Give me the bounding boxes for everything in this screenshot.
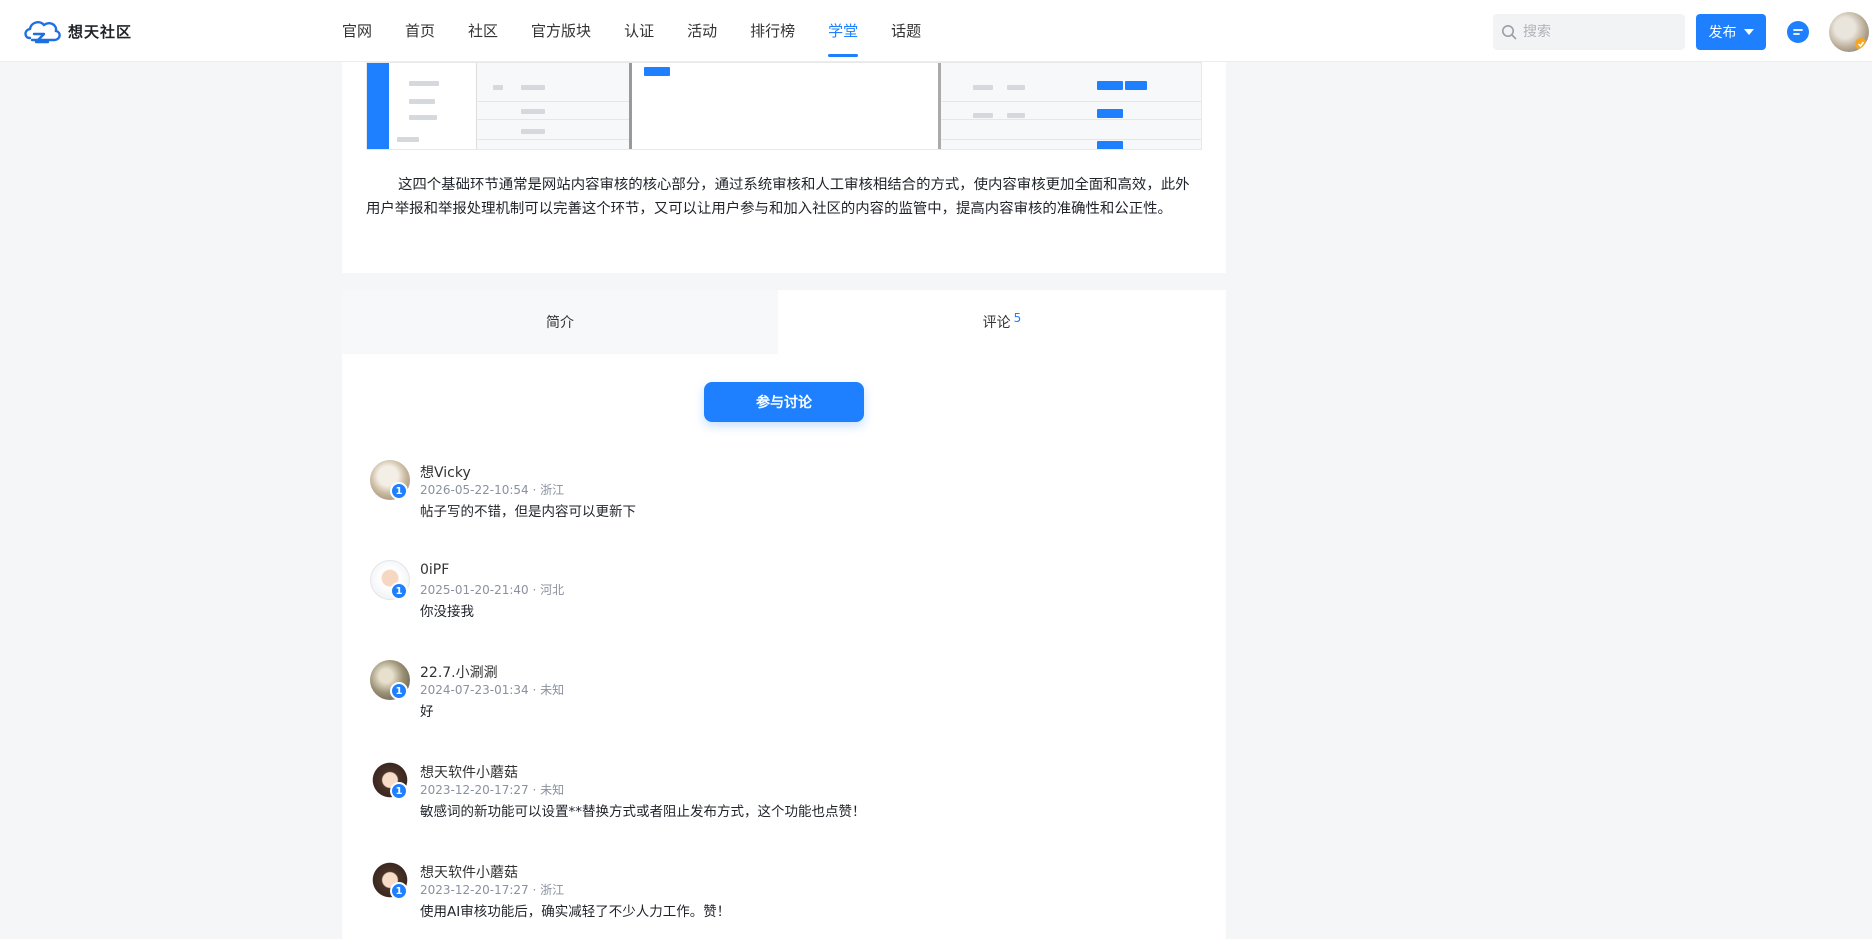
content-tabs: 简介 评论 5 [342, 290, 1226, 354]
search-box[interactable] [1493, 14, 1685, 50]
comment-text: 好 [420, 704, 434, 720]
nav-item-home[interactable]: 首页 [405, 0, 435, 62]
message-icon[interactable] [1786, 20, 1810, 44]
commenter-name[interactable]: 想天软件小蘑菇 [420, 862, 518, 882]
level-badge: 1 [390, 882, 408, 900]
user-avatar[interactable] [1829, 12, 1869, 52]
comment-item: 1 想天软件小蘑菇 2023-12-20-17:27 · 未知 敏感词的新功能可… [370, 760, 1200, 830]
level-badge: 1 [390, 482, 408, 500]
search-icon [1502, 25, 1517, 40]
comment-text: 帖子写的不错，但是内容可以更新下 [420, 504, 636, 520]
verified-badge-icon [1855, 38, 1867, 50]
level-badge: 1 [390, 782, 408, 800]
caret-down-icon [1743, 29, 1754, 35]
commenter-name[interactable]: 想天软件小蘑菇 [420, 762, 518, 782]
comment-meta: 2026-05-22-10:54 · 浙江 [420, 483, 565, 497]
commenter-name[interactable]: 0iPF [420, 562, 449, 578]
comment-item: 1 22.7.小涮涮 2024-07-23-01:34 · 未知 好 [370, 660, 1200, 730]
tab-comments-label: 评论 [982, 315, 1011, 331]
tab-comments[interactable]: 评论 5 [778, 290, 1226, 354]
nav-item-leaderboard[interactable]: 排行榜 [750, 0, 795, 62]
comment-text: 敏感词的新功能可以设置**替换方式或者阻止发布方式，这个功能也点赞！ [420, 804, 866, 820]
level-badge: 1 [390, 582, 408, 600]
article-card: 这四个基础环节通常是网站内容审核的核心部分，通过系统审核和人工审核相结合的方式，… [342, 62, 1226, 273]
nav-item-topics[interactable]: 话题 [891, 0, 921, 62]
logo-text: 想天社区 [68, 22, 133, 41]
comment-item: 1 想Vicky 2026-05-22-10:54 · 浙江 帖子写的不错，但是… [370, 460, 1200, 530]
comment-text: 使用AI审核功能后，确实减轻了不少人力工作。赞！ [420, 904, 731, 920]
main-nav: 官网 首页 社区 官方版块 认证 活动 排行榜 学堂 话题 [342, 0, 954, 62]
tab-intro-label: 简介 [546, 315, 574, 331]
comment-meta: 2023-12-20-17:27 · 未知 [420, 783, 565, 797]
nav-item-activities[interactable]: 活动 [687, 0, 717, 62]
cloud-logo-icon [24, 21, 61, 44]
nav-item-academy[interactable]: 学堂 [828, 0, 859, 62]
comments-count: 5 [1013, 311, 1022, 325]
publish-label: 发布 [1708, 25, 1737, 41]
tab-intro[interactable]: 简介 [342, 290, 778, 354]
search-input[interactable] [1523, 24, 1673, 40]
article-paragraph: 这四个基础环节通常是网站内容审核的核心部分，通过系统审核和人工审核相结合的方式，… [366, 177, 1190, 217]
commenter-name[interactable]: 22.7.小涮涮 [420, 662, 498, 682]
comment-meta: 2024-07-23-01:34 · 未知 [420, 683, 565, 697]
nav-item-community[interactable]: 社区 [468, 0, 498, 62]
discussion-card: 简介 评论 5 参与讨论 1 想Vicky 2026-05-22-10:54 ·… [342, 290, 1226, 939]
level-badge: 1 [390, 682, 408, 700]
comment-text: 你没接我 [420, 604, 474, 620]
article-screenshot-image [366, 62, 1202, 150]
comment-meta: 2025-01-20-21:40 · 河北 [420, 583, 565, 597]
nav-item-official-boards[interactable]: 官方版块 [531, 0, 591, 62]
comment-item: 1 0iPF 2025-01-20-21:40 · 河北 你没接我 [370, 560, 1200, 630]
join-discussion-button[interactable]: 参与讨论 [704, 382, 864, 422]
publish-button[interactable]: 发布 [1696, 14, 1766, 50]
comment-item: 1 想天软件小蘑菇 2023-12-20-17:27 · 浙江 使用AI审核功能… [370, 860, 1200, 930]
commenter-name[interactable]: 想Vicky [420, 462, 471, 482]
nav-item-certification[interactable]: 认证 [624, 0, 654, 62]
nav-item-official[interactable]: 官网 [342, 0, 372, 62]
top-header: 想天社区 官网 首页 社区 官方版块 认证 活动 排行榜 学堂 话题 发布 [0, 0, 1872, 62]
comment-meta: 2023-12-20-17:27 · 浙江 [420, 883, 565, 897]
site-logo[interactable]: 想天社区 [22, 16, 132, 46]
